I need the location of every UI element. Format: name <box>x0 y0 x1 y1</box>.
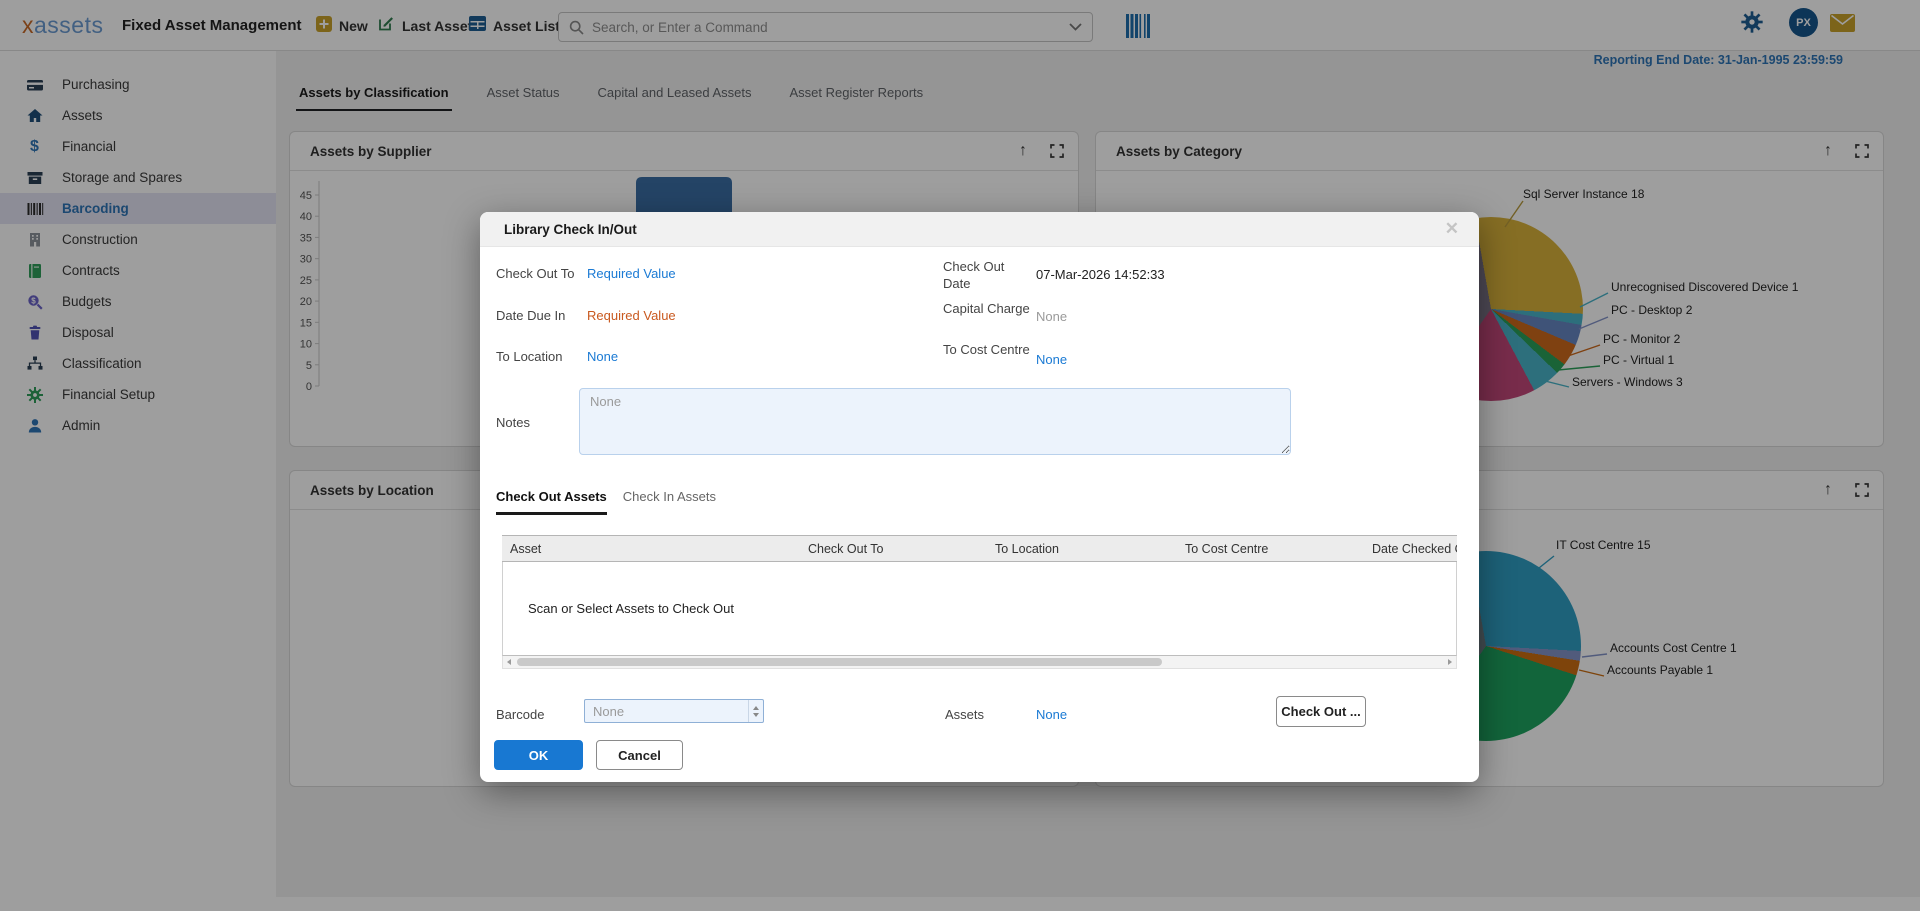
check-out-to-label: Check Out To <box>496 266 575 281</box>
column-header-check-out-to[interactable]: Check Out To <box>808 542 884 556</box>
check-out-button[interactable]: Check Out ... <box>1276 696 1366 727</box>
dialog-header: Library Check In/Out ✕ <box>480 212 1479 247</box>
grid-empty-body: Scan or Select Assets to Check Out <box>502 562 1457 656</box>
grid-header-row: Asset Check Out To To Location To Cost C… <box>502 535 1457 562</box>
to-location-value-link[interactable]: None <box>587 349 618 364</box>
capital-charge-label: Capital Charge <box>943 301 1033 318</box>
ok-button[interactable]: OK <box>494 740 583 770</box>
to-cost-centre-value-link[interactable]: None <box>1036 352 1067 367</box>
assets-value-link[interactable]: None <box>1036 707 1067 722</box>
spinner-up-icon[interactable] <box>753 706 759 710</box>
notes-label: Notes <box>496 415 530 430</box>
close-icon[interactable]: ✕ <box>1445 219 1459 239</box>
tab-check-out-assets[interactable]: Check Out Assets <box>496 489 607 512</box>
column-header-date-checked-out[interactable]: Date Checked O <box>1372 542 1457 556</box>
app-root: xassets Fixed Asset Management New Last … <box>0 0 1920 911</box>
check-out-date-value: 07-Mar-2026 14:52:33 <box>1036 267 1165 282</box>
library-check-in-out-dialog: Library Check In/Out ✕ Check Out To Requ… <box>480 212 1479 782</box>
scrollbar-thumb[interactable] <box>517 658 1162 666</box>
capital-charge-value: None <box>1036 309 1067 324</box>
grid-empty-text: Scan or Select Assets to Check Out <box>528 601 734 616</box>
dialog-tabs: Check Out Assets Check In Assets <box>496 489 716 512</box>
cancel-button[interactable]: Cancel <box>596 740 683 770</box>
notes-textarea[interactable] <box>579 388 1291 455</box>
scroll-left-arrow-icon[interactable] <box>507 659 511 665</box>
assets-grid: Asset Check Out To To Location To Cost C… <box>502 535 1457 669</box>
spinner-down-icon[interactable] <box>753 713 759 717</box>
column-header-to-location[interactable]: To Location <box>995 542 1059 556</box>
barcode-label: Barcode <box>496 707 544 722</box>
date-due-in-label: Date Due In <box>496 308 565 323</box>
barcode-spinner[interactable] <box>748 700 762 722</box>
to-location-label: To Location <box>496 349 563 364</box>
column-header-to-cost-centre[interactable]: To Cost Centre <box>1185 542 1268 556</box>
horizontal-scrollbar[interactable] <box>502 656 1457 669</box>
barcode-input[interactable] <box>584 699 764 723</box>
check-out-date-label: Check Out Date <box>943 259 1033 293</box>
to-cost-centre-label: To Cost Centre <box>943 342 1033 359</box>
date-due-in-value-link[interactable]: Required Value <box>587 308 676 323</box>
column-header-asset[interactable]: Asset <box>510 542 541 556</box>
dialog-title: Library Check In/Out <box>504 222 1445 237</box>
scroll-right-arrow-icon[interactable] <box>1448 659 1452 665</box>
check-out-to-value-link[interactable]: Required Value <box>587 266 676 281</box>
assets-label: Assets <box>945 707 984 722</box>
tab-check-in-assets[interactable]: Check In Assets <box>623 489 716 512</box>
